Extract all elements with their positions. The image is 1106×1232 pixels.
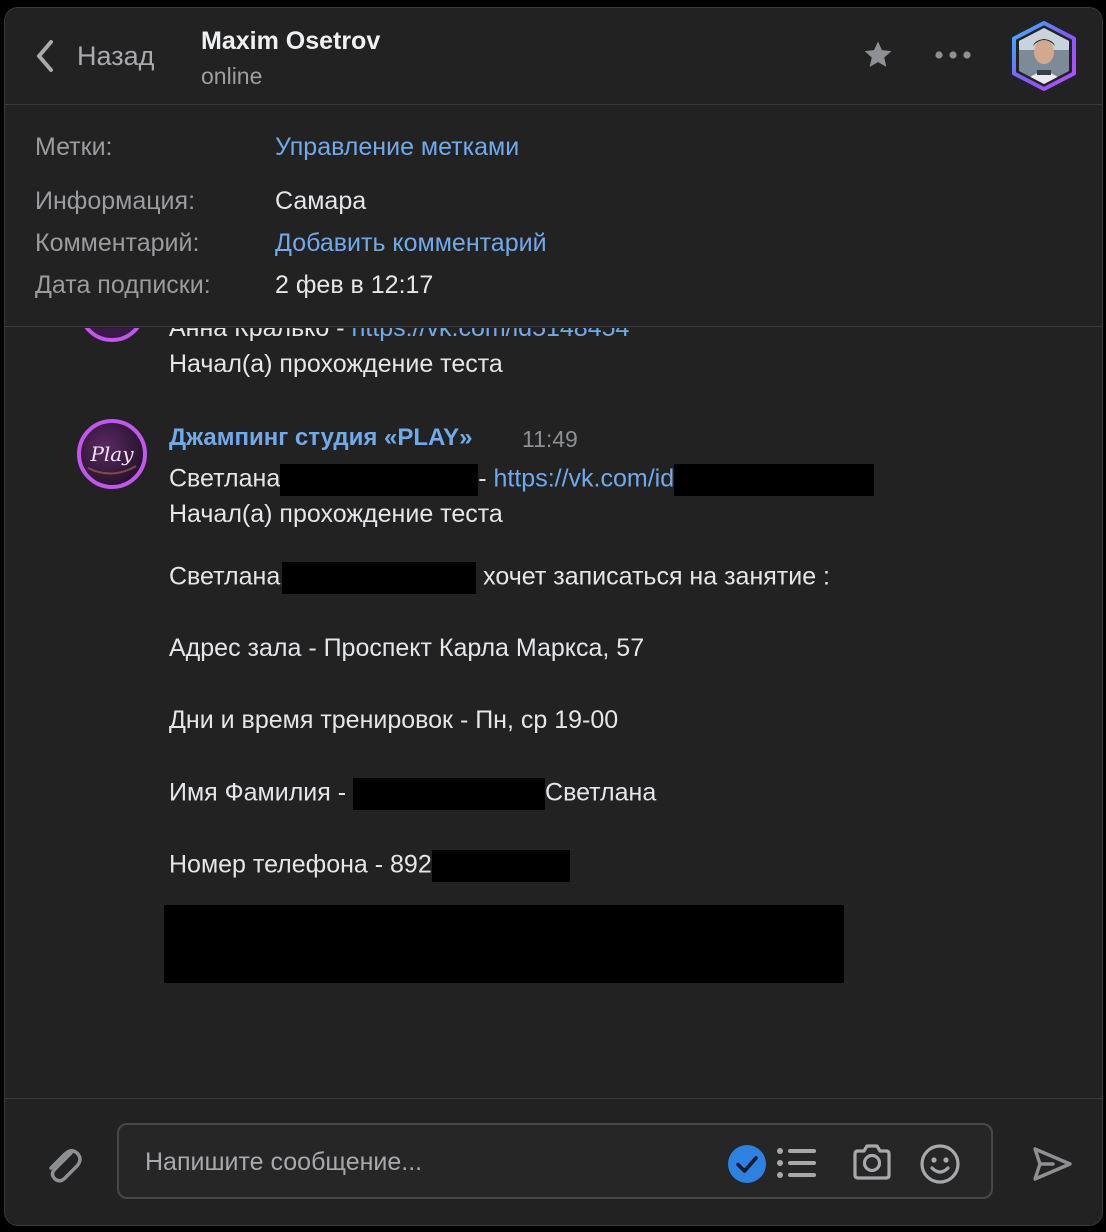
message-text: Начал(а) прохождение теста <box>169 500 503 528</box>
message-text: Номер телефона - 892 <box>169 850 432 879</box>
subscribed-label: Дата подписки: <box>35 271 211 299</box>
check-circle-icon[interactable] <box>727 1144 767 1184</box>
info-value: Самара <box>275 187 367 215</box>
redaction <box>282 562 477 594</box>
peer-name[interactable]: Maxim Osetrov <box>201 27 380 56</box>
redaction <box>353 778 546 810</box>
message-text: Имя Фамилия - <box>169 778 354 807</box>
info-label: Информация: <box>35 187 196 215</box>
manage-tags-link[interactable]: Управление метками <box>275 133 519 162</box>
back-button[interactable]: Назад <box>33 36 154 76</box>
message-author[interactable]: Джампинг студия «PLAY» <box>169 424 473 452</box>
star-icon[interactable] <box>861 38 895 72</box>
subscribed-value: 2 фев в 12:17 <box>275 271 434 299</box>
comment-label: Комментарий: <box>35 229 200 257</box>
message-text: - <box>478 464 494 493</box>
message-text: Светлана <box>545 778 657 807</box>
peer-info-panel: Метки: Управление метками Информация: Са… <box>5 106 1102 327</box>
message-link[interactable]: https://vk.com/id5148454 <box>351 328 629 342</box>
message-text-line: Анна Кралько - https://vk.com/id5148454 <box>169 328 629 343</box>
more-icon[interactable] <box>933 43 973 67</box>
tags-label: Метки: <box>35 133 113 161</box>
redaction <box>674 464 875 496</box>
message-time: 11:49 <box>522 426 578 452</box>
message-avatar[interactable] <box>78 328 146 342</box>
camera-icon[interactable] <box>851 1142 893 1182</box>
chat-window: Назад Maxim Osetrov online Метки: Управл… <box>4 7 1103 1226</box>
message-text-line: Имя Фамилия - Светлана <box>169 778 656 810</box>
smile-icon[interactable] <box>919 1143 961 1185</box>
list-icon[interactable] <box>776 1146 818 1180</box>
message-text-line: Номер телефона - 892 <box>169 850 570 882</box>
message-text: Начал(а) прохождение теста <box>169 350 503 378</box>
message-avatar[interactable]: Play <box>76 418 148 490</box>
back-label: Назад <box>77 40 155 71</box>
add-comment-link[interactable]: Добавить комментарий <box>275 229 547 258</box>
paperclip-icon[interactable] <box>41 1143 85 1187</box>
message-text: Светлана <box>169 464 281 493</box>
message-input-placeholder: Напишите сообщение... <box>145 1148 423 1176</box>
avatar-text: Play <box>89 442 134 466</box>
peer-status: online <box>201 63 263 89</box>
message-list[interactable]: Анна Кралько - https://vk.com/id5148454 … <box>5 328 1102 1098</box>
message-text: Дни и время тренировок - Пн, ср 19-00 <box>169 706 619 734</box>
message-text: хочет записаться на занятие : <box>476 562 831 591</box>
message-text: Анна Кралько - <box>169 328 352 342</box>
message-text: Адрес зала - Проспект Карла Маркса, 57 <box>169 634 645 662</box>
chevron-left-icon <box>37 40 53 72</box>
chat-header: Назад Maxim Osetrov online <box>5 8 1102 105</box>
message-text-line: Светлана - https://vk.com/id <box>169 464 875 496</box>
redaction-block <box>164 905 844 983</box>
composer: Напишите сообщение... <box>5 1098 1102 1225</box>
message-input[interactable]: Напишите сообщение... <box>117 1123 993 1199</box>
message-text-line: Светлана хочет записаться на занятие : <box>169 562 830 594</box>
avatar[interactable] <box>1009 20 1079 92</box>
redaction <box>431 850 570 882</box>
redaction <box>280 464 479 496</box>
message-text: Светлана <box>169 562 281 591</box>
message-link[interactable]: https://vk.com/id <box>494 465 675 493</box>
send-icon[interactable] <box>1031 1143 1073 1185</box>
